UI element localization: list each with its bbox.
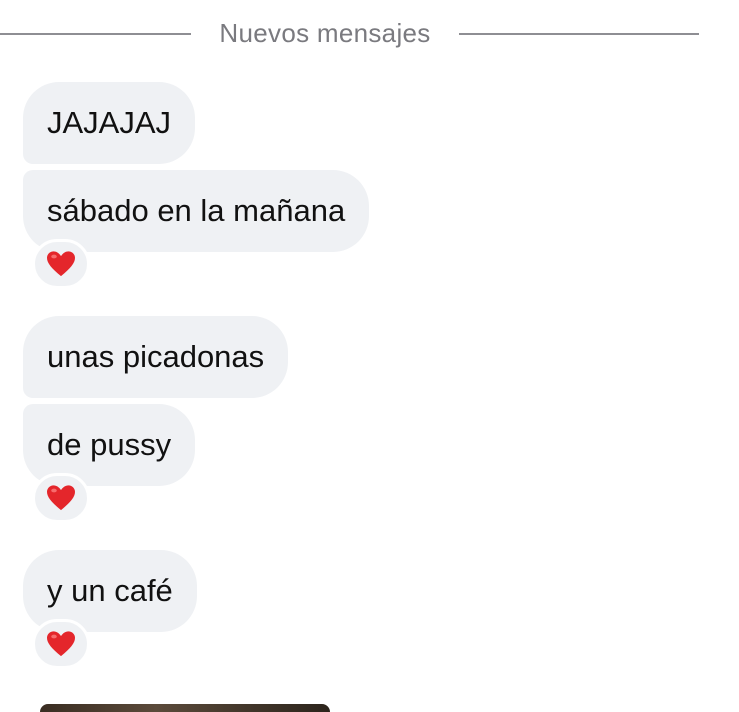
message-text: sábado en la mañana	[47, 193, 346, 228]
divider-line-right	[459, 33, 699, 35]
media-message-preview[interactable]	[40, 704, 330, 712]
red-heart-icon	[47, 631, 75, 657]
new-messages-divider: Nuevos mensajes	[0, 14, 739, 54]
divider-line-left	[0, 33, 191, 35]
reaction-badge[interactable]	[32, 239, 90, 289]
red-heart-icon	[47, 251, 75, 277]
reaction-badge[interactable]	[32, 619, 90, 669]
reaction-badge[interactable]	[32, 473, 90, 523]
message-text: unas picadonas	[47, 339, 265, 374]
message-text: JAJAJAJ	[47, 105, 172, 140]
message-text: y un café	[47, 573, 173, 608]
message-bubble[interactable]: JAJAJAJ	[23, 82, 196, 164]
chat-screen: Nuevos mensajes JAJAJAJ sábado en la mañ…	[0, 0, 739, 712]
message-text: de pussy	[47, 427, 172, 462]
red-heart-icon	[47, 485, 75, 511]
message-bubble[interactable]: sábado en la mañana	[23, 170, 370, 252]
divider-label: Nuevos mensajes	[219, 18, 431, 48]
message-bubble[interactable]: unas picadonas	[23, 316, 289, 398]
